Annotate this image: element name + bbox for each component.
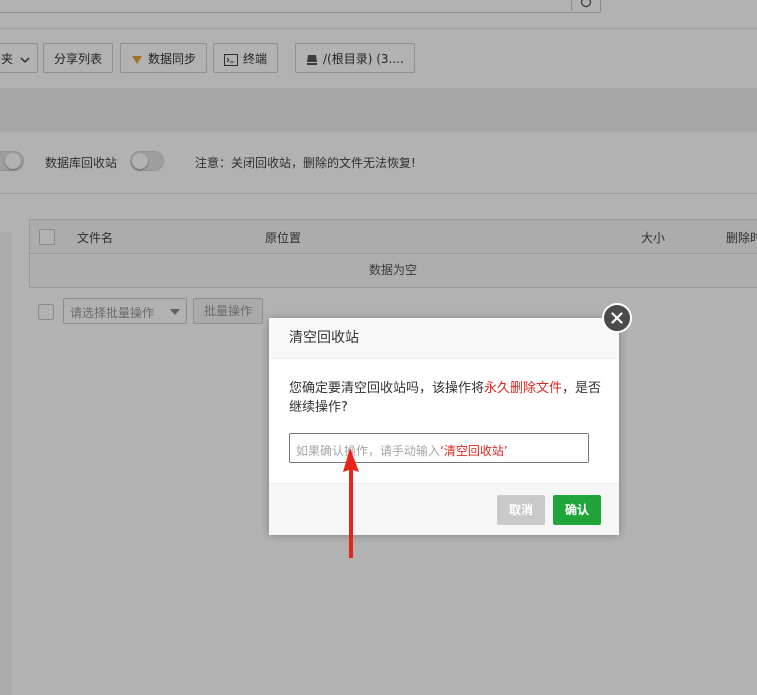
message-text: 您确定要清空回收站吗，该操作将 — [289, 381, 485, 396]
dialog-title: 清空回收站 — [269, 318, 619, 359]
cancel-button[interactable]: 取消 — [497, 495, 545, 525]
confirm-text-input[interactable]: 如果确认操作，请手动输入‘清空回收站’ — [289, 433, 589, 463]
close-icon — [611, 312, 623, 324]
empty-recycle-dialog: 清空回收站 您确定要清空回收站吗，该操作将永久删除文件，是否继续操作? 如果确认… — [269, 303, 632, 535]
input-placeholder-keyword: ‘清空回收站’ — [440, 444, 508, 458]
input-placeholder-text: 如果确认操作，请手动输入 — [296, 444, 441, 458]
confirm-button[interactable]: 确认 — [553, 495, 601, 525]
input-placeholder: 如果确认操作，请手动输入‘清空回收站’ — [296, 442, 508, 459]
dialog-message: 您确定要清空回收站吗，该操作将永久删除文件，是否继续操作? — [289, 379, 609, 417]
message-warning: 永久删除文件 — [484, 381, 563, 396]
annotation-arrow — [343, 448, 359, 558]
dialog-close-button[interactable] — [602, 303, 632, 333]
dialog-footer: 取消 确认 — [269, 483, 619, 535]
file-manager-page: 夹 分享列表 数据同步 终端 /(根目录) (3.... 数据库回收站 注意：关… — [0, 0, 757, 695]
